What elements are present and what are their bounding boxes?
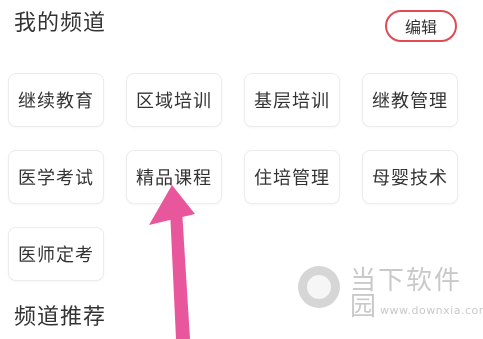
- channel-chip-residency-management[interactable]: 住培管理: [244, 150, 340, 204]
- edit-button[interactable]: 编辑: [385, 10, 457, 42]
- channel-chip-regional-training[interactable]: 区域培训: [126, 73, 222, 127]
- channel-chip-maternal-infant-tech[interactable]: 母婴技术: [362, 150, 458, 204]
- channel-chip-medical-exam[interactable]: 医学考试: [8, 150, 104, 204]
- watermark: 当下软件园 www.downxia.com: [292, 262, 483, 322]
- watermark-url: www.downxia.com: [380, 304, 483, 317]
- arrow-shaft: [170, 210, 190, 339]
- channel-chip-physician-exam[interactable]: 医师定考: [8, 227, 104, 281]
- channel-chip-continuing-ed-management[interactable]: 继教管理: [362, 73, 458, 127]
- my-channels-title: 我的频道: [14, 11, 107, 36]
- channel-chip-premium-courses[interactable]: 精品课程: [126, 150, 222, 204]
- channel-chip-continuing-education[interactable]: 继续教育: [8, 73, 104, 127]
- watermark-logo-icon: [298, 266, 340, 308]
- recommended-channels-title: 频道推荐: [14, 305, 107, 330]
- channel-chip-grassroots-training[interactable]: 基层培训: [244, 73, 340, 127]
